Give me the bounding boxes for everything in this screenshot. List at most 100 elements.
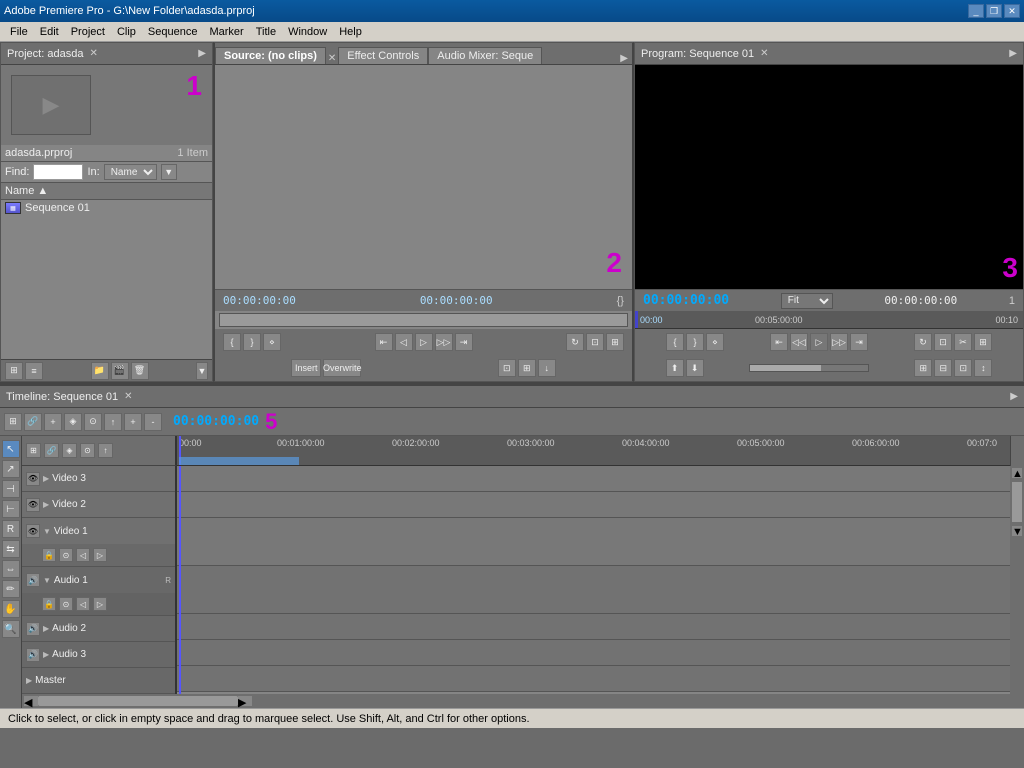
timeline-snap-btn[interactable]: ⊞	[4, 413, 22, 431]
video1-add[interactable]: ◁	[76, 548, 90, 562]
audio1-mute[interactable]: 🔊	[26, 573, 40, 587]
timeline-add-track[interactable]: +	[44, 413, 62, 431]
tool-pen[interactable]: ✏	[2, 580, 20, 598]
prog-btn3[interactable]: ⊡	[954, 359, 972, 377]
timeline-hscrollbar[interactable]: ◀ ▶	[22, 694, 1024, 708]
project-new-bin[interactable]: 📁	[91, 362, 109, 380]
find-input[interactable]	[33, 164, 83, 180]
video2-expand[interactable]: ▶	[43, 500, 49, 509]
program-panel-close[interactable]: ✕	[760, 48, 768, 59]
menu-marker[interactable]: Marker	[203, 24, 249, 40]
source-go-out[interactable]: ⇥	[455, 333, 473, 351]
project-panel-menu[interactable]: ▶	[198, 48, 206, 59]
menu-help[interactable]: Help	[333, 24, 368, 40]
source-overwrite[interactable]: Overwrite	[323, 359, 361, 377]
menu-window[interactable]: Window	[282, 24, 333, 40]
source-step-fwd[interactable]: ▷▷	[435, 333, 453, 351]
source-mark-clip[interactable]: ⋄	[263, 333, 281, 351]
menu-clip[interactable]: Clip	[111, 24, 142, 40]
scroll-up-btn[interactable]: ▲	[1012, 468, 1022, 478]
source-close[interactable]: ✕	[328, 53, 336, 64]
menu-sequence[interactable]: Sequence	[142, 24, 204, 40]
tab-source[interactable]: Source: (no clips)	[215, 47, 326, 64]
video1-eye[interactable]: 👁	[26, 524, 40, 538]
timeline-timecode[interactable]: 00:00:00:00	[173, 414, 259, 429]
tool-rate[interactable]: R	[2, 520, 20, 538]
lane-video3[interactable]	[177, 466, 1010, 492]
tl-lift2[interactable]: ↑	[98, 443, 113, 458]
tool-ripple[interactable]: ⊣	[2, 480, 20, 498]
source-go-in[interactable]: ⇤	[375, 333, 393, 351]
audio1-sub[interactable]: ▷	[93, 597, 107, 611]
tool-zoom[interactable]: 🔍	[2, 620, 20, 638]
lane-audio1[interactable]	[177, 566, 1010, 614]
tl-add[interactable]: ◈	[62, 443, 77, 458]
tab-effect-controls[interactable]: Effect Controls	[338, 47, 428, 64]
video2-eye[interactable]: 👁	[26, 498, 40, 512]
tl-mark[interactable]: ⊙	[80, 443, 95, 458]
timeline-zoom-out[interactable]: -	[144, 413, 162, 431]
find-scroll-btn[interactable]: ▼	[161, 164, 177, 180]
lane-video1[interactable]	[177, 518, 1010, 566]
source-btn-extra1[interactable]: ⊡	[498, 359, 516, 377]
lane-audio2[interactable]	[177, 614, 1010, 640]
source-btn-extra2[interactable]: ⊞	[518, 359, 536, 377]
minimize-button[interactable]: _	[968, 4, 984, 18]
prog-go-out[interactable]: ⇥	[850, 333, 868, 351]
tool-slide[interactable]: ⇔	[2, 560, 20, 578]
video1-lock[interactable]: 🔒	[42, 548, 56, 562]
in-select[interactable]: Name Label	[104, 164, 157, 180]
tool-select[interactable]: ↖	[2, 440, 20, 458]
program-volume-slider[interactable]	[749, 364, 869, 372]
prog-btn2[interactable]: ⊟	[934, 359, 952, 377]
source-step-back[interactable]: ◁	[395, 333, 413, 351]
scroll-thumb[interactable]	[1012, 482, 1022, 522]
video1-sync[interactable]: ⊙	[59, 548, 73, 562]
source-output[interactable]: ⊞	[606, 333, 624, 351]
video1-sub[interactable]: ▷	[93, 548, 107, 562]
source-safe[interactable]: ⊡	[586, 333, 604, 351]
project-icon-btn-2[interactable]: ≡	[25, 362, 43, 380]
restore-button[interactable]: ❐	[986, 4, 1002, 18]
audio2-expand[interactable]: ▶	[43, 624, 49, 633]
prog-mark-clip[interactable]: ⋄	[706, 333, 724, 351]
prog-lift[interactable]: ⬆	[666, 359, 684, 377]
hscroll-left[interactable]: ◀	[24, 696, 38, 706]
hscroll-thumb[interactable]	[38, 696, 238, 706]
source-insert[interactable]: Insert	[291, 359, 321, 377]
project-new-item[interactable]: 🎬	[111, 362, 129, 380]
menu-file[interactable]: File	[4, 24, 34, 40]
timeline-scrollbar-right[interactable]: ▲ ▼	[1010, 466, 1024, 694]
tool-hand[interactable]: ✋	[2, 600, 20, 618]
source-btn-extra3[interactable]: ↓	[538, 359, 556, 377]
tl-snap[interactable]: ⊞	[26, 443, 41, 458]
timeline-close[interactable]: ✕	[124, 391, 132, 402]
project-icon-btn-1[interactable]: ⊞	[5, 362, 23, 380]
prog-play[interactable]: ▷	[810, 333, 828, 351]
audio1-sync[interactable]: ⊙	[59, 597, 73, 611]
source-mark-out[interactable]: }	[243, 333, 261, 351]
prog-step-fwd[interactable]: ▷▷	[830, 333, 848, 351]
prog-safe[interactable]: ⊡	[934, 333, 952, 351]
timeline-lift-btn[interactable]: ↑	[104, 413, 122, 431]
project-delete[interactable]: 🗑	[131, 362, 149, 380]
project-panel-close[interactable]: ✕	[89, 48, 97, 59]
timeline-seek-btn[interactable]: ⊙	[84, 413, 102, 431]
project-sequence-item[interactable]: ▦ Sequence 01	[1, 200, 212, 216]
menu-project[interactable]: Project	[65, 24, 111, 40]
tool-rolling[interactable]: ⊢	[2, 500, 20, 518]
timeline-menu[interactable]: ▶	[1010, 391, 1018, 402]
timeline-zoom-in[interactable]: +	[124, 413, 142, 431]
hscroll-right[interactable]: ▶	[238, 696, 252, 706]
audio3-mute[interactable]: 🔊	[26, 648, 40, 662]
source-loop[interactable]: ↻	[566, 333, 584, 351]
source-mark-in[interactable]: {	[223, 333, 241, 351]
tab-audio-mixer[interactable]: Audio Mixer: Seque	[428, 47, 542, 64]
lane-audio3[interactable]	[177, 640, 1010, 666]
prog-trim[interactable]: ✂	[954, 333, 972, 351]
timeline-mark-btn[interactable]: ◈	[64, 413, 82, 431]
close-button[interactable]: ✕	[1004, 4, 1020, 18]
prog-btn4[interactable]: ↕	[974, 359, 992, 377]
audio1-add[interactable]: ◁	[76, 597, 90, 611]
lane-video2[interactable]	[177, 492, 1010, 518]
